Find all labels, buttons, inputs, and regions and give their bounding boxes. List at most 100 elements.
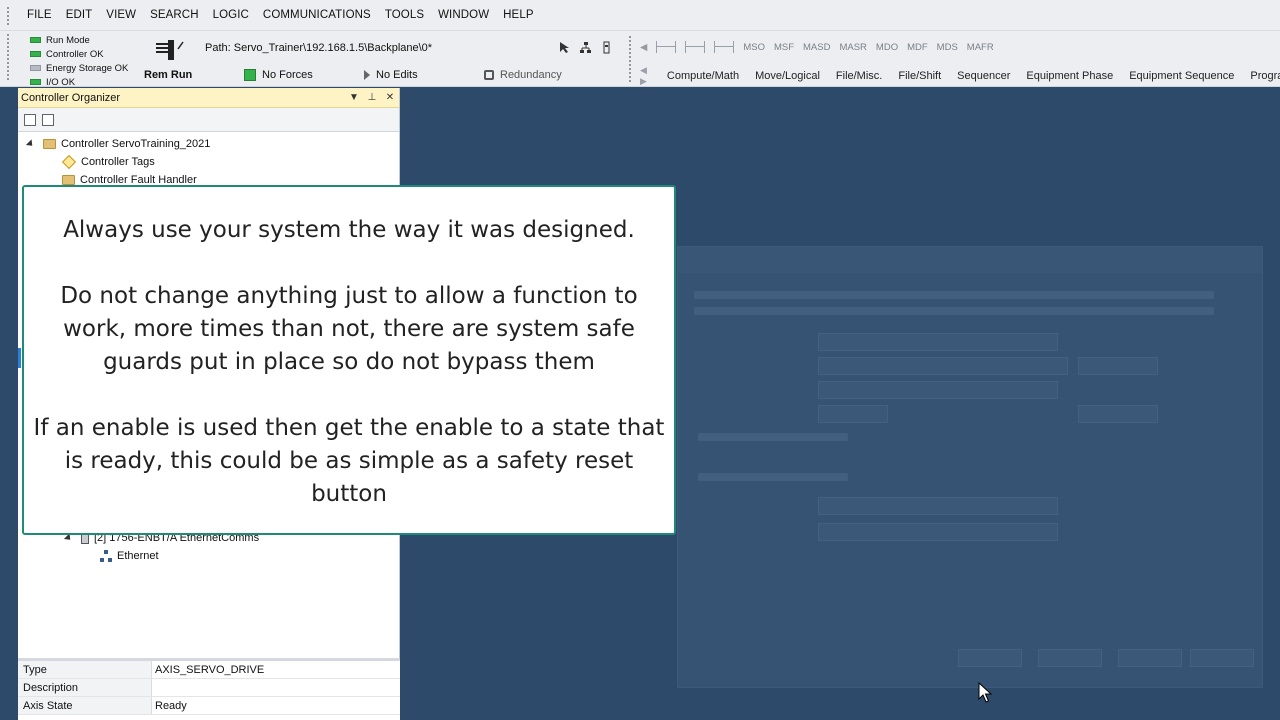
dropdown-icon[interactable]: ▼ bbox=[345, 92, 363, 103]
organizer-header: Controller Organizer ▼ ⊥ ✕ bbox=[18, 88, 399, 108]
collapse-arrow-icon[interactable] bbox=[25, 139, 36, 149]
remote-run-label: Rem Run bbox=[144, 69, 193, 81]
network-icon[interactable] bbox=[579, 41, 592, 54]
menu-edit[interactable]: EDIT bbox=[59, 9, 100, 21]
menu-window[interactable]: WINDOW bbox=[431, 9, 496, 21]
status-label: Controller OK bbox=[46, 48, 104, 60]
menu-view[interactable]: VIEW bbox=[99, 9, 143, 21]
toolbar-grip-handle[interactable] bbox=[6, 33, 10, 81]
organizer-toolbar bbox=[18, 108, 399, 132]
instr-msf[interactable]: MSF bbox=[774, 42, 794, 53]
forces-indicator-icon bbox=[244, 69, 256, 81]
property-type: Type AXIS_SERVO_DRIVE bbox=[18, 661, 400, 679]
instr-mds[interactable]: MDS bbox=[937, 42, 958, 53]
tab-move-logical[interactable]: Move/Logical bbox=[747, 70, 828, 82]
tree-item-label: Controller ServoTraining_2021 bbox=[61, 138, 211, 150]
rung-icon[interactable] bbox=[656, 41, 677, 53]
status-label: Run Mode bbox=[46, 34, 90, 46]
tab-file-misc[interactable]: File/Misc. bbox=[828, 70, 890, 82]
tab-equipment-sequence[interactable]: Equipment Sequence bbox=[1121, 70, 1242, 82]
menu-help[interactable]: HELP bbox=[496, 9, 540, 21]
properties-pane: Type AXIS_SERVO_DRIVE Description Axis S… bbox=[18, 658, 400, 720]
tip-overlay-box: Always use your system the way it was de… bbox=[22, 185, 676, 535]
close-icon[interactable]: ✕ bbox=[381, 92, 399, 103]
controller-status-panel: Run Mode Controller OK Energy Storage OK… bbox=[30, 33, 135, 89]
tab-file-shift[interactable]: File/Shift bbox=[890, 70, 949, 82]
panel-splitter[interactable] bbox=[18, 348, 21, 368]
redundancy-status[interactable]: Redundancy bbox=[480, 66, 600, 84]
dialog-apply-button bbox=[1118, 649, 1182, 667]
dialog-field bbox=[818, 523, 1058, 541]
dialog-section-label bbox=[698, 473, 848, 481]
tree-item-ethernet[interactable]: Ethernet bbox=[100, 547, 159, 565]
instruction-tabs: ◀ ▶ Compute/Math Move/Logical File/Misc.… bbox=[640, 65, 1280, 87]
property-value: AXIS_SERVO_DRIVE bbox=[155, 664, 265, 676]
dialog-checkbox-row bbox=[698, 433, 848, 441]
edits-status[interactable]: No Edits bbox=[360, 66, 480, 84]
controller-mode-icon[interactable] bbox=[152, 37, 186, 63]
redundancy-label: Redundancy bbox=[500, 69, 562, 81]
property-key: Description bbox=[18, 679, 152, 696]
cursor-select-icon[interactable] bbox=[558, 41, 571, 54]
toolbar-separator-grip[interactable] bbox=[628, 35, 632, 83]
forces-status[interactable]: No Forces bbox=[240, 66, 360, 84]
tree-item-controller-tags[interactable]: Controller Tags bbox=[61, 153, 155, 171]
led-indicator bbox=[30, 51, 41, 57]
dialog-button bbox=[1078, 357, 1158, 375]
dialog-field bbox=[818, 405, 888, 423]
tab-compute-math[interactable]: Compute/Math bbox=[659, 70, 747, 82]
led-indicator bbox=[30, 65, 41, 71]
dialog-title-bar bbox=[678, 247, 1262, 273]
communication-path[interactable]: Path: Servo_Trainer\192.168.1.5\Backplan… bbox=[205, 42, 432, 54]
property-value bbox=[152, 679, 400, 696]
expand-all-icon[interactable] bbox=[42, 113, 54, 126]
instr-mdf[interactable]: MDF bbox=[907, 42, 928, 53]
instr-mdo[interactable]: MDO bbox=[876, 42, 898, 53]
folder-icon bbox=[62, 175, 75, 185]
download-icon[interactable] bbox=[600, 41, 613, 54]
play-arrow-icon bbox=[364, 70, 370, 80]
menu-communications[interactable]: COMMUNICATIONS bbox=[256, 9, 378, 21]
menu-tools[interactable]: TOOLS bbox=[378, 9, 431, 21]
status-label: I/O OK bbox=[46, 76, 76, 88]
status-controller-ok: Controller OK bbox=[30, 47, 135, 61]
remote-run-status[interactable]: Rem Run bbox=[140, 66, 240, 84]
instr-masd[interactable]: MASD bbox=[803, 42, 830, 53]
dimmed-axis-properties-dialog bbox=[677, 246, 1263, 688]
edits-label: No Edits bbox=[376, 69, 418, 81]
dialog-tab-row bbox=[694, 307, 1214, 315]
dialog-tab-row bbox=[694, 291, 1214, 299]
toolbar: Run Mode Controller OK Energy Storage OK… bbox=[0, 31, 1280, 89]
tab-scroll-left-icon[interactable]: ◀ ▶ bbox=[640, 65, 647, 87]
mouse-cursor-icon bbox=[978, 682, 992, 703]
organizer-title: Controller Organizer bbox=[21, 91, 121, 104]
property-key: Axis State bbox=[18, 697, 152, 714]
instr-mafr[interactable]: MAFR bbox=[967, 42, 994, 53]
pin-icon[interactable]: ⊥ bbox=[363, 92, 381, 103]
dialog-field bbox=[818, 381, 1058, 399]
tree-item-controller[interactable]: Controller ServoTraining_2021 bbox=[25, 135, 211, 153]
dialog-field bbox=[818, 333, 1058, 351]
tab-equipment-phase[interactable]: Equipment Phase bbox=[1018, 70, 1121, 82]
tag-icon bbox=[61, 154, 77, 170]
lock-icon bbox=[484, 70, 494, 80]
led-indicator bbox=[30, 37, 41, 43]
tip-line-3: If an enable is used then get the enable… bbox=[33, 415, 665, 507]
property-description: Description bbox=[18, 679, 400, 697]
tab-program[interactable]: Program bbox=[1242, 70, 1280, 82]
instr-masr[interactable]: MASR bbox=[839, 42, 866, 53]
branch-level-icon[interactable] bbox=[714, 41, 735, 53]
collapse-all-icon[interactable] bbox=[24, 113, 36, 126]
scroll-left-icon[interactable]: ◀ bbox=[640, 42, 647, 53]
status-io-ok: I/O OK bbox=[30, 75, 135, 89]
path-tools bbox=[558, 41, 613, 54]
menu-search[interactable]: SEARCH bbox=[143, 9, 206, 21]
menu-file[interactable]: FILE bbox=[20, 9, 59, 21]
branch-icon[interactable] bbox=[685, 41, 706, 53]
tab-sequencer[interactable]: Sequencer bbox=[949, 70, 1018, 82]
menu-logic[interactable]: LOGIC bbox=[206, 9, 256, 21]
instr-mso[interactable]: MSO bbox=[743, 42, 765, 53]
menu-grip-handle[interactable] bbox=[6, 6, 10, 26]
dialog-button bbox=[1078, 405, 1158, 423]
instruction-toolbar: ◀ MSO MSF MASD MASR MDO MDF MDS MAFR bbox=[640, 41, 994, 53]
